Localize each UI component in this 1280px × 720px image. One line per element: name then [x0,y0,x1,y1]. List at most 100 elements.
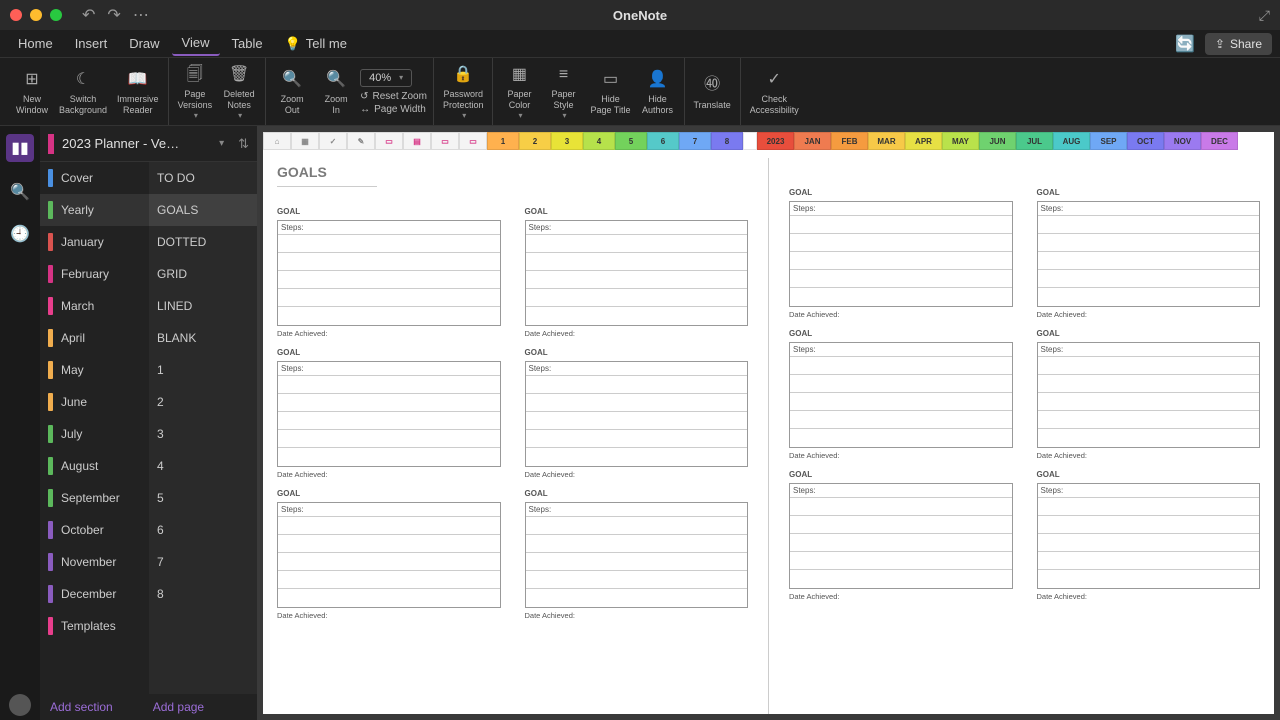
recent-icon[interactable]: 🕘 [8,222,32,246]
goal-card[interactable]: GOALSteps:Date Achieved: [1037,329,1261,460]
immersive-reader-button[interactable]: 📖Immersive Reader [114,65,162,118]
page-item[interactable]: 5 [149,482,257,514]
goal-card[interactable]: GOALSteps:Date Achieved: [277,348,501,479]
goal-card[interactable]: GOALSteps:Date Achieved: [525,207,749,338]
add-page-button[interactable]: Add page [153,700,204,714]
new-window-button[interactable]: ⊞New Window [12,65,52,118]
planner-month-tab[interactable]: DEC [1201,132,1238,150]
page-item[interactable]: 7 [149,546,257,578]
goal-card[interactable]: GOALSteps:Date Achieved: [1037,188,1261,319]
sync-icon[interactable]: 🔄 [1175,34,1195,54]
planner-icon-tab[interactable]: ✓ [319,132,347,150]
planner-icon-tab[interactable]: ▭ [375,132,403,150]
page-item[interactable]: 3 [149,418,257,450]
planner-num-tab[interactable]: 2 [519,132,551,150]
page-item[interactable]: GOALS [149,194,257,226]
zoom-level-select[interactable]: 40%▾ [360,69,412,87]
planner-num-tab[interactable]: 7 [679,132,711,150]
check-accessibility-button[interactable]: ✓Check Accessibility [747,65,802,118]
page-item[interactable]: 1 [149,354,257,386]
notebook-header[interactable]: 2023 Planner - Ve… ▾ ⇅ [40,126,257,162]
section-item[interactable]: December [40,578,149,610]
section-item[interactable]: January [40,226,149,258]
hide-authors-button[interactable]: 👤Hide Authors [638,65,678,118]
redo-icon[interactable]: ↷ [107,5,120,25]
page-versions-button[interactable]: 🗐Page Versions▾ [175,60,216,122]
planner-num-tab[interactable]: 3 [551,132,583,150]
page-item[interactable]: GRID [149,258,257,290]
section-item[interactable]: Templates [40,610,149,642]
goal-card[interactable]: GOALSteps:Date Achieved: [525,489,749,620]
planner-month-tab[interactable]: AUG [1053,132,1090,150]
planner-icon-tab[interactable]: ▤ [403,132,431,150]
menu-insert[interactable]: Insert [65,32,118,55]
planner-num-tab[interactable]: 1 [487,132,519,150]
section-item[interactable]: August [40,450,149,482]
page-item[interactable]: DOTTED [149,226,257,258]
notebooks-icon[interactable]: ▮▮ [6,134,34,162]
planner-month-tab[interactable]: NOV [1164,132,1201,150]
goal-card[interactable]: GOALSteps:Date Achieved: [277,207,501,338]
planner-month-tab[interactable]: JAN [794,132,831,150]
password-protection-button[interactable]: 🔒Password Protection▾ [440,60,487,122]
page-item[interactable]: BLANK [149,322,257,354]
planner-month-tab[interactable]: MAR [868,132,905,150]
page-width-button[interactable]: ↔Page Width [360,104,427,115]
goal-card[interactable]: GOALSteps:Date Achieved: [789,188,1013,319]
zoom-out-button[interactable]: 🔍Zoom Out [272,65,312,118]
more-icon[interactable]: ⋯ [133,5,149,25]
planner-icon-tab[interactable]: ▭ [431,132,459,150]
paper-color-button[interactable]: ▦Paper Color▾ [499,60,539,122]
page-item[interactable]: 6 [149,514,257,546]
canvas[interactable]: ⌂▦✓✎▭▤▭▭123456782023JANFEBMARAPRMAYJUNJU… [263,132,1274,714]
menu-home[interactable]: Home [8,32,63,55]
page-item[interactable]: 2 [149,386,257,418]
planner-num-tab[interactable]: 6 [647,132,679,150]
add-section-button[interactable]: Add section [50,700,113,714]
minimize-window[interactable] [30,9,42,21]
planner-month-tab[interactable]: FEB [831,132,868,150]
section-item[interactable]: February [40,258,149,290]
reset-zoom-button[interactable]: ↺Reset Zoom [360,91,427,102]
menu-tellme[interactable]: 💡 Tell me [275,32,357,56]
section-item[interactable]: May [40,354,149,386]
goal-card[interactable]: GOALSteps:Date Achieved: [789,329,1013,460]
planner-month-tab[interactable]: JUL [1016,132,1053,150]
planner-icon-tab[interactable]: ▭ [459,132,487,150]
section-item[interactable]: October [40,514,149,546]
menu-table[interactable]: Table [222,32,273,55]
section-item[interactable]: September [40,482,149,514]
translate-button[interactable]: ㊵Translate [691,71,734,113]
planner-icon-tab[interactable]: ✎ [347,132,375,150]
goal-card[interactable]: GOALSteps:Date Achieved: [1037,470,1261,601]
planner-month-tab[interactable]: MAY [942,132,979,150]
page-item[interactable]: TO DO [149,162,257,194]
switch-background-button[interactable]: ☾Switch Background [56,65,110,118]
undo-icon[interactable]: ↶ [82,5,95,25]
section-item[interactable]: July [40,418,149,450]
section-item[interactable]: November [40,546,149,578]
planner-num-tab[interactable]: 4 [583,132,615,150]
goal-card[interactable]: GOALSteps:Date Achieved: [525,348,749,479]
menu-view[interactable]: View [172,31,220,56]
planner-month-tab[interactable]: SEP [1090,132,1127,150]
page-item[interactable]: LINED [149,290,257,322]
deleted-notes-button[interactable]: 🗑Deleted Notes▾ [219,60,259,122]
planner-month-tab[interactable]: OCT [1127,132,1164,150]
planner-icon-tab[interactable]: ⌂ [263,132,291,150]
hide-page-title-button[interactable]: ▭Hide Page Title [587,65,633,118]
section-item[interactable]: March [40,290,149,322]
account-area[interactable] [0,690,40,720]
section-item[interactable]: Yearly [40,194,149,226]
goal-card[interactable]: GOALSteps:Date Achieved: [789,470,1013,601]
maximize-window[interactable] [50,9,62,21]
section-item[interactable]: June [40,386,149,418]
planner-month-tab[interactable]: APR [905,132,942,150]
close-window[interactable] [10,9,22,21]
page-item[interactable]: 4 [149,450,257,482]
share-button[interactable]: ⇪ Share [1205,33,1272,55]
planner-month-tab[interactable]: 2023 [757,132,794,150]
paper-style-button[interactable]: ≡Paper Style▾ [543,60,583,122]
zoom-in-button[interactable]: 🔍Zoom In [316,65,356,118]
section-item[interactable]: Cover [40,162,149,194]
